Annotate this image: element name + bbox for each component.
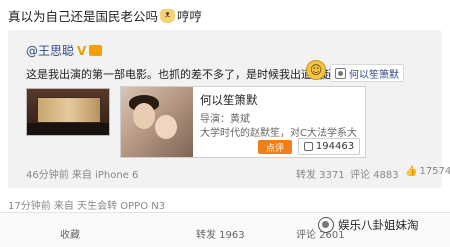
- movie-card-title[interactable]: 何以笙箫默: [200, 92, 258, 108]
- repost-meta: 46分钟前 来自 iPhone 6: [26, 170, 139, 181]
- thumbnail-screen: [37, 97, 101, 123]
- movie-link-label: 何以笙箫默: [349, 69, 399, 81]
- post-text: 真以为自己还是国民老公吗 ᴥ 哼哼: [8, 6, 202, 25]
- review-button[interactable]: 点评: [258, 140, 292, 154]
- wechat-logo-icon: [318, 217, 334, 233]
- repost-like-count[interactable]: 👍 17574: [405, 166, 450, 177]
- movie-link-button[interactable]: 何以笙箫默: [330, 64, 404, 82]
- video-thumbnail[interactable]: [26, 88, 110, 136]
- movie-like-count: 194463: [315, 141, 355, 152]
- cat-face-icon: ᴥ: [160, 8, 176, 23]
- thumbnail-stage: [27, 123, 109, 135]
- post-text-main: 真以为自己还是国民老公吗: [8, 9, 159, 24]
- member-badge-icon: [89, 45, 103, 56]
- post-text-suffix: 哼哼: [177, 9, 203, 24]
- repost-like-value: 17574: [419, 166, 450, 177]
- smile-emoji-icon: ☺: [306, 60, 326, 80]
- watermark: 娱乐八卦姐妹淘: [318, 214, 442, 236]
- repost-author-link[interactable]: @王思聪: [26, 42, 74, 59]
- tab-collect[interactable]: 收藏: [60, 226, 80, 241]
- post-meta: 17分钟前 来自 天生会转 OPPO N3: [8, 201, 166, 212]
- verified-badge-icon: V: [77, 43, 87, 58]
- tab-repost[interactable]: 转发 1963: [196, 226, 245, 241]
- repost-repost-count[interactable]: 转发 3371: [296, 166, 345, 181]
- repost-author-line: @王思聪 V: [26, 42, 103, 59]
- poster-face-2: [155, 115, 177, 139]
- repost-comment-count[interactable]: 评论 4883: [350, 166, 399, 181]
- watermark-text: 娱乐八卦姐妹淘: [338, 218, 419, 232]
- movie-card-director: 导演：黄斌: [200, 114, 250, 125]
- film-icon: [335, 67, 346, 79]
- like-icon: 👍: [405, 166, 418, 177]
- movie-poster-image[interactable]: [121, 87, 193, 157]
- movie-like-button[interactable]: 194463: [298, 138, 360, 155]
- poster-face-1: [133, 103, 155, 129]
- movie-card-description: 大学时代的赵默笙，对C大法学系大: [200, 128, 357, 139]
- thumbs-up-icon: [303, 142, 313, 151]
